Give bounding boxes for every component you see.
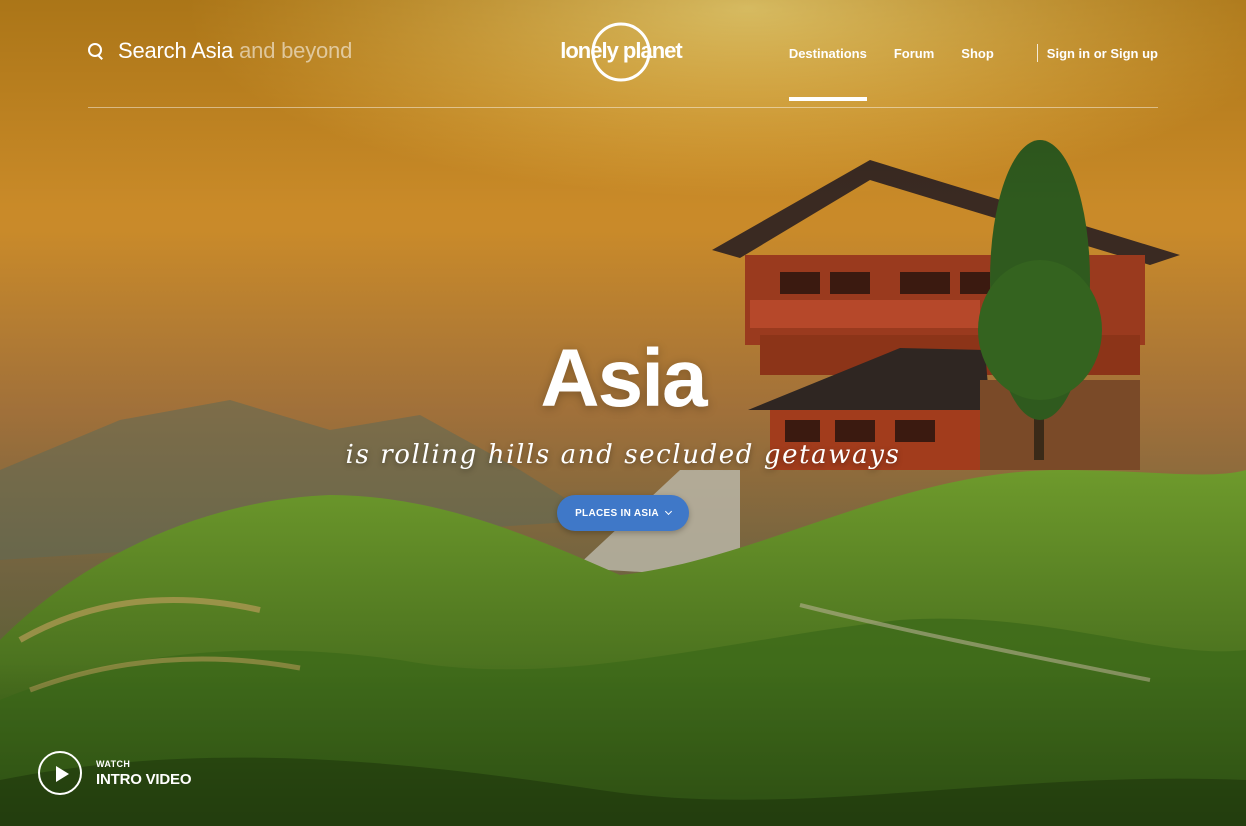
site-header: Search Asia and beyond lonely planet Des…: [88, 0, 1158, 108]
play-icon[interactable]: [38, 751, 82, 795]
video-title: INTRO VIDEO: [96, 770, 192, 788]
search-placeholder-primary: Search Asia: [118, 38, 234, 63]
nav-item-forum[interactable]: Forum: [894, 46, 934, 61]
hero-subtitle: is rolling hills and secluded getaways: [345, 440, 901, 470]
intro-video-link[interactable]: WATCH INTRO VIDEO: [38, 751, 192, 795]
logo-wordmark: lonely planet: [560, 38, 682, 63]
hero-title: Asia: [540, 333, 707, 424]
intro-video-text: WATCH INTRO VIDEO: [96, 758, 192, 788]
nav-divider: [1036, 44, 1038, 62]
search-placeholder-secondary: and beyond: [239, 38, 353, 63]
nav-item-shop[interactable]: Shop: [961, 46, 994, 61]
search-input[interactable]: Search Asia and beyond: [118, 38, 352, 64]
search-icon[interactable]: [88, 43, 104, 59]
places-in-asia-button[interactable]: PLACES IN ASIA: [557, 495, 689, 531]
sign-in-link[interactable]: Sign in or Sign up: [1047, 46, 1158, 61]
video-kicker: WATCH: [96, 758, 131, 769]
search-bar[interactable]: Search Asia and beyond: [88, 36, 352, 66]
nav-item-destinations[interactable]: Destinations: [788, 46, 867, 101]
main-nav: Destinations Forum Shop Sign in or Sign …: [788, 44, 1158, 101]
chevron-down-icon: [664, 507, 672, 516]
lonely-planet-logo[interactable]: lonely planet: [560, 22, 683, 86]
places-in-asia-label: PLACES IN ASIA: [575, 507, 659, 519]
